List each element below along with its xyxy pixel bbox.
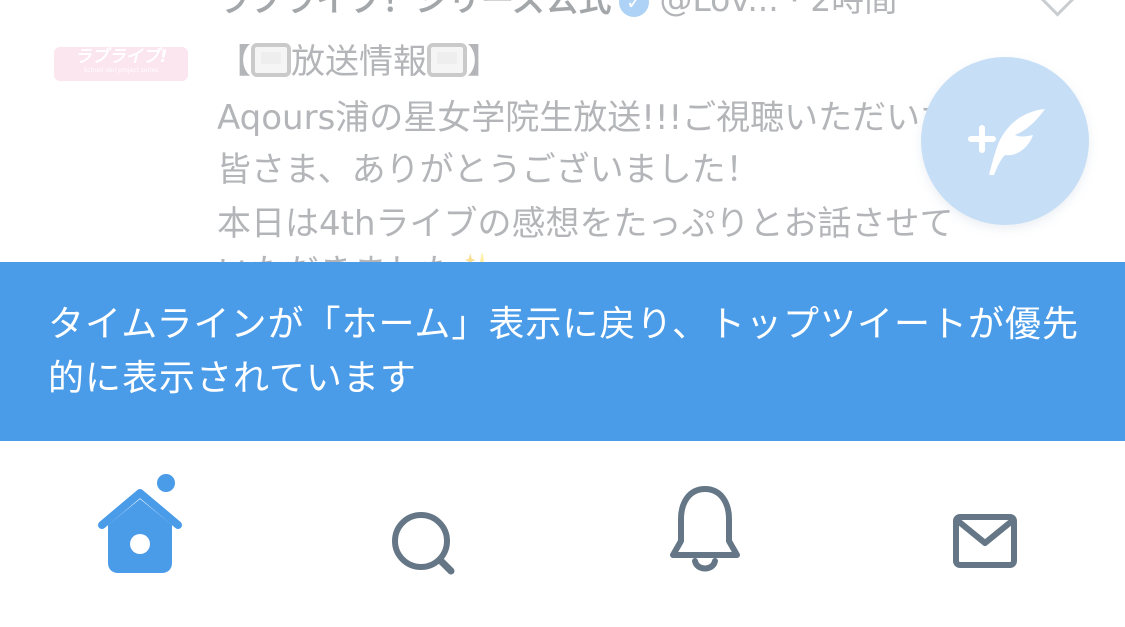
- search-icon: [392, 512, 455, 575]
- tweet-text-line: 【放送情報】: [217, 36, 501, 88]
- tab-messages[interactable]: [926, 469, 1046, 589]
- tweet-text-line: 本日は4thライブの感想をたっぷりとお話させて: [217, 204, 954, 244]
- television-emoji-icon: [427, 43, 467, 77]
- television-emoji-icon: [251, 43, 291, 77]
- screen: ラブライブ! School idol project series ラブライブ！…: [0, 0, 1125, 627]
- verified-badge-icon: ✓: [619, 0, 650, 17]
- avatar-logo-subtext: School idol project series: [83, 67, 159, 74]
- avatar[interactable]: ラブライブ! School idol project series: [54, 47, 188, 81]
- tweet-text-line: Aqours浦の星女学院生放送!!!ご視聴いただいた: [217, 98, 955, 138]
- open-bracket: 【: [217, 42, 251, 82]
- avatar-logo-text: ラブライブ!: [74, 47, 168, 67]
- timeline-info-banner[interactable]: タイムラインが「ホーム」表示に戻り、トップツイートが優先的に表示されています: [0, 262, 1125, 441]
- author-handle: @Lov...: [659, 0, 778, 19]
- tab-search[interactable]: [363, 469, 483, 589]
- mail-icon: [953, 514, 1017, 568]
- bell-icon: [670, 486, 740, 572]
- compose-tweet-button[interactable]: [921, 57, 1089, 225]
- tweet-header: ラブライブ！シリーズ公式 ✓ @Lov... · 2時間: [217, 0, 1097, 22]
- tweet-text-line: 皆さま、ありがとうございました！: [217, 150, 760, 190]
- banner-message: タイムラインが「ホーム」表示に戻り、トップツイートが優先的に表示されています: [48, 304, 1079, 399]
- tweet-text-line: いただきました✨: [217, 246, 497, 262]
- bottom-tab-bar: [0, 441, 1125, 627]
- home-icon: [98, 474, 182, 573]
- tweet-heading: 放送情報: [291, 42, 427, 82]
- notification-dot-icon: [157, 474, 175, 492]
- compose-feather-plus-icon: [968, 109, 1045, 175]
- tweet-time: · 2時間: [779, 0, 897, 19]
- close-bracket: 】: [467, 42, 501, 82]
- author-name[interactable]: ラブライブ！シリーズ公式: [217, 0, 611, 19]
- tab-notifications[interactable]: [645, 469, 765, 589]
- tab-home[interactable]: [80, 469, 200, 589]
